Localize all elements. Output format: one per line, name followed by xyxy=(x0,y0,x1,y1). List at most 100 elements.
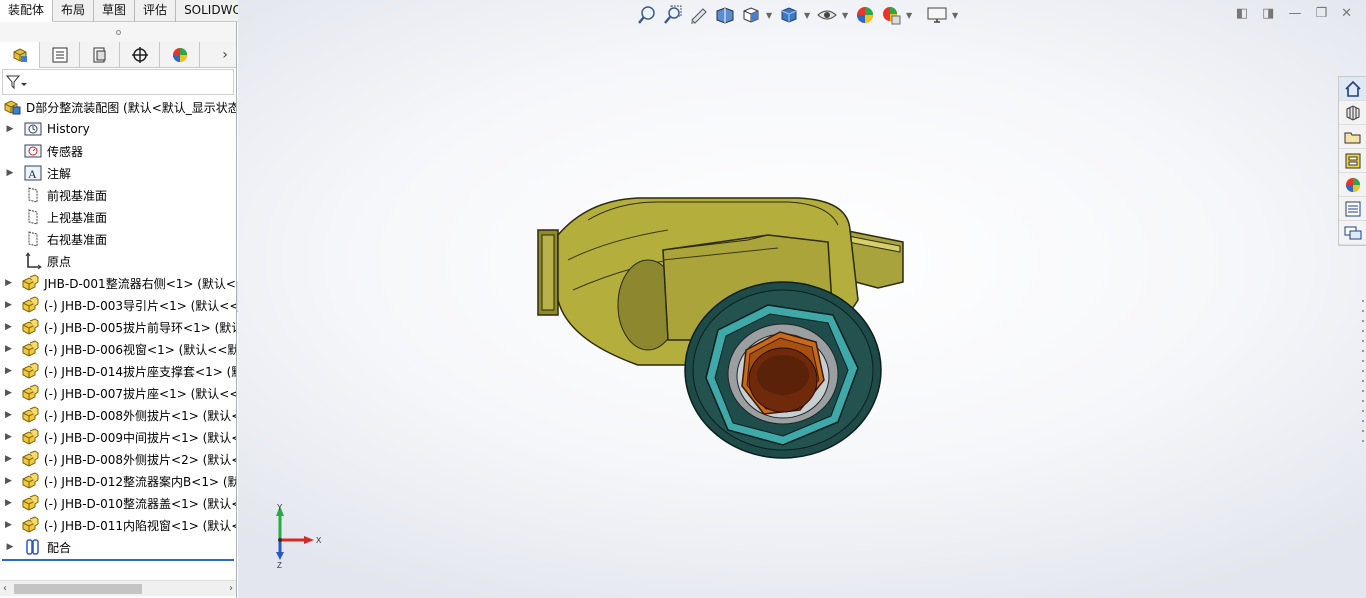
featuremanager-tab[interactable] xyxy=(0,42,40,68)
tree-item-15[interactable]: ▶ (-) JHB-D-008外侧拔片<2> (默认< xyxy=(0,448,236,470)
tree-item-5[interactable]: 右视基准面 xyxy=(0,228,236,250)
feature-tree: D部分整流装配图 (默认<默认_显示状态 ▶ History 传感器 ▶ A 注解 前视基准面… xyxy=(0,96,236,558)
tree-item-10[interactable]: ▶ (-) JHB-D-006视窗<1> (默认<<默 xyxy=(0,338,236,360)
part-icon xyxy=(21,274,39,292)
expand-arrow-icon[interactable]: ▶ xyxy=(5,124,15,134)
tree-item-8[interactable]: ▶ (-) JHB-D-003导引片<1> (默认<< xyxy=(0,294,236,316)
minimize-icon[interactable]: — xyxy=(1288,6,1301,21)
zoom-to-area-button[interactable] xyxy=(662,4,684,26)
dimxpert-tab[interactable] xyxy=(120,42,160,68)
tree-item-13[interactable]: ▶ (-) JHB-D-008外侧拔片<1> (默认< xyxy=(0,404,236,426)
forum-tab[interactable] xyxy=(1339,221,1366,245)
tile-left-icon[interactable]: ◧ xyxy=(1236,6,1248,21)
expand-arrow-icon[interactable]: ▶ xyxy=(5,278,12,288)
tree-item-label: 原点 xyxy=(47,254,72,269)
expand-arrow-icon[interactable]: ▶ xyxy=(5,542,15,552)
section-view-button[interactable] xyxy=(714,4,736,26)
tree-item-0[interactable]: ▶ History xyxy=(0,118,236,140)
display-style-caret[interactable]: ▼ xyxy=(804,11,812,20)
view-palette-icon xyxy=(1345,153,1360,168)
zoom-to-fit-icon xyxy=(638,6,655,24)
view-settings-caret[interactable]: ▼ xyxy=(952,11,960,20)
expand-arrow-icon[interactable]: ▶ xyxy=(5,498,12,508)
tab-2[interactable]: 草图 xyxy=(94,0,136,22)
expand-arrow-icon[interactable]: ▶ xyxy=(5,366,12,376)
hide-show-caret[interactable]: ▼ xyxy=(842,11,850,20)
tree-item-6[interactable]: 原点 xyxy=(0,250,236,272)
view-orientation-caret[interactable]: ▼ xyxy=(766,11,774,20)
featuremanager-icon xyxy=(13,48,27,62)
display-manager-tab[interactable] xyxy=(160,42,200,68)
tree-item-label: (-) JHB-D-012整流器案内B<1> (默 xyxy=(43,474,237,489)
monitor-icon xyxy=(927,7,947,23)
restore-icon[interactable]: ❐ xyxy=(1315,6,1327,21)
tab-0[interactable]: 装配体 xyxy=(0,0,54,22)
expand-arrow-icon[interactable]: ▶ xyxy=(5,322,12,332)
appearances-tab[interactable] xyxy=(1339,173,1366,197)
view-settings-button[interactable] xyxy=(926,4,948,26)
origin-icon xyxy=(24,252,42,270)
assembly-model[interactable] xyxy=(528,190,908,470)
apply-scene-caret[interactable]: ▼ xyxy=(906,11,914,20)
expand-arrow-icon[interactable]: ▶ xyxy=(5,388,12,398)
tile-right-icon[interactable]: ◨ xyxy=(1262,6,1274,21)
tree-filter[interactable] xyxy=(2,69,234,95)
solidworks-resources-tab[interactable] xyxy=(1339,77,1366,101)
custom-properties-icon xyxy=(1345,201,1360,216)
custom-properties-tab[interactable] xyxy=(1339,197,1366,221)
tab-3[interactable]: 评估 xyxy=(135,0,177,22)
tree-item-label: (-) JHB-D-005拔片前导环<1> (默认 xyxy=(43,320,237,335)
graphics-area[interactable]: ▼ ▼ ▼ ▼ ▼ ◧ ◨ — ❐ ✕ Y X Z xyxy=(238,0,1366,598)
expand-arrow-icon[interactable]: ▶ xyxy=(5,454,12,464)
configurationmanager-tab[interactable] xyxy=(80,42,120,68)
previous-view-icon xyxy=(691,8,707,24)
file-explorer-tab[interactable] xyxy=(1339,125,1366,149)
scroll-right-arrow[interactable]: › xyxy=(229,581,233,597)
task-pane xyxy=(1338,76,1366,246)
design-library-tab[interactable] xyxy=(1339,101,1366,125)
part-icon xyxy=(21,318,39,336)
tree-item-4[interactable]: 上视基准面 xyxy=(0,206,236,228)
tree-item-3[interactable]: 前视基准面 xyxy=(0,184,236,206)
panel-grip[interactable] xyxy=(0,22,236,42)
expand-arrow-icon[interactable]: ▶ xyxy=(5,168,15,178)
tree-item-2[interactable]: ▶ A 注解 xyxy=(0,162,236,184)
expand-arrow-icon[interactable]: ▶ xyxy=(5,432,12,442)
rollback-bar[interactable] xyxy=(2,559,234,561)
tree-item-19[interactable]: ▶ 配合 xyxy=(0,536,236,558)
tree-item-11[interactable]: ▶ (-) JHB-D-014拔片座支撑套<1> (默 xyxy=(0,360,236,382)
expand-arrow-icon[interactable]: ▶ xyxy=(5,300,12,310)
annotation-icon: A xyxy=(24,164,42,182)
expand-arrow-icon[interactable]: ▶ xyxy=(5,476,12,486)
expand-arrow-icon[interactable]: ▶ xyxy=(5,410,12,420)
view-orientation-button[interactable] xyxy=(740,4,762,26)
display-style-button[interactable] xyxy=(778,4,800,26)
tree-item-12[interactable]: ▶ (-) JHB-D-007拔片座<1> (默认<< xyxy=(0,382,236,404)
hide-show-items-button[interactable] xyxy=(816,4,838,26)
tree-item-7[interactable]: ▶ JHB-D-001整流器右侧<1> (默认< xyxy=(0,272,236,294)
close-icon[interactable]: ✕ xyxy=(1341,6,1352,21)
horizontal-scrollbar[interactable]: ‹ › xyxy=(0,580,236,597)
scroll-thumb[interactable] xyxy=(14,584,142,594)
scroll-left-arrow[interactable]: ‹ xyxy=(3,581,7,597)
tree-item-9[interactable]: ▶ (-) JHB-D-005拔片前导环<1> (默认 xyxy=(0,316,236,338)
apply-scene-button[interactable] xyxy=(880,4,902,26)
zoom-to-area-icon xyxy=(664,5,682,24)
tree-item-17[interactable]: ▶ (-) JHB-D-010整流器盖<1> (默认< xyxy=(0,492,236,514)
plane-icon xyxy=(24,208,42,226)
zoom-to-fit-button[interactable] xyxy=(636,4,658,26)
tab-1[interactable]: 布局 xyxy=(53,0,95,22)
propertymanager-tab[interactable] xyxy=(40,42,80,68)
home-icon xyxy=(1344,80,1361,97)
tree-item-1[interactable]: 传感器 xyxy=(0,140,236,162)
manager-tabs-scroll-right[interactable]: › xyxy=(214,42,236,67)
expand-arrow-icon[interactable]: ▶ xyxy=(5,344,12,354)
tree-item-14[interactable]: ▶ (-) JHB-D-009中间拔片<1> (默认< xyxy=(0,426,236,448)
tree-item-16[interactable]: ▶ (-) JHB-D-012整流器案内B<1> (默 xyxy=(0,470,236,492)
previous-view-button[interactable] xyxy=(688,4,710,26)
tree-item-18[interactable]: ▶ (-) JHB-D-011内陷视窗<1> (默认< xyxy=(0,514,236,536)
tree-root-assembly[interactable]: D部分整流装配图 (默认<默认_显示状态 xyxy=(0,96,236,118)
expand-arrow-icon[interactable]: ▶ xyxy=(5,520,12,530)
view-palette-tab[interactable] xyxy=(1339,149,1366,173)
edit-appearance-button[interactable] xyxy=(854,4,876,26)
